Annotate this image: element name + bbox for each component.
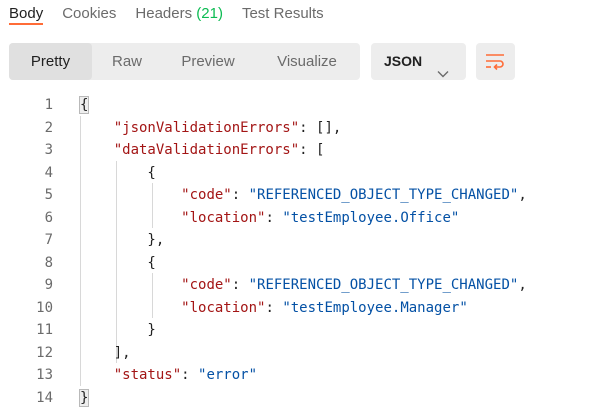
chevron-down-icon [437, 56, 449, 93]
code-line: 14} [0, 387, 589, 410]
code-line: 2 "jsonValidationErrors": [], [0, 117, 589, 140]
code-text: "jsonValidationErrors": [], [80, 117, 342, 140]
code-line: 13 "status": "error" [0, 364, 589, 387]
response-tabs: Body Cookies Headers (21) Test Results [0, 0, 589, 30]
tab-label: Cookies [62, 5, 117, 22]
json-punctuation [80, 367, 114, 383]
json-punctuation: { [78, 96, 90, 114]
wrap-lines-icon [486, 54, 504, 71]
json-key: "jsonValidationErrors" [113, 119, 300, 136]
json-string: "testEmployee.Manager" [282, 299, 468, 316]
headers-count-badge: (21) [196, 5, 223, 22]
json-key: "status" [113, 367, 182, 383]
tab-cookies[interactable]: Cookies [62, 0, 116, 25]
code-text: { [80, 162, 156, 185]
json-punctuation [80, 187, 181, 203]
line-number: 5 [44, 187, 53, 203]
code-text: } [78, 387, 90, 410]
json-punctuation: : [231, 277, 249, 293]
json-punctuation: : [265, 299, 283, 316]
code-line: 9 "code": "REFERENCED_OBJECT_TYPE_CHANGE… [0, 274, 589, 297]
line-number: 3 [44, 142, 53, 158]
view-mode-raw[interactable]: Raw [92, 43, 162, 80]
code-text: }, [80, 229, 164, 252]
line-number: 2 [44, 119, 53, 136]
code-text: } [80, 319, 156, 342]
code-text: "location": "testEmployee.Office" [80, 207, 459, 230]
json-punctuation: { [80, 164, 156, 181]
code-text: "location": "testEmployee.Manager" [80, 297, 468, 320]
json-punctuation: : [231, 187, 249, 203]
json-punctuation: : [], [299, 119, 342, 136]
json-string: "REFERENCED_OBJECT_TYPE_CHANGED" [248, 277, 519, 293]
tab-body[interactable]: Body [9, 0, 44, 25]
format-select[interactable]: JSON [371, 43, 466, 80]
json-punctuation [80, 142, 114, 158]
format-select-value: JSON [384, 53, 423, 69]
tab-label: Body [9, 5, 44, 22]
code-line: 8 { [0, 252, 589, 275]
view-mode-visualize[interactable]: Visualize [254, 43, 360, 80]
tab-test-results[interactable]: Test Results [242, 0, 324, 25]
code-line: 12 ], [0, 342, 589, 365]
line-number: 10 [36, 299, 53, 316]
line-number: 6 [44, 209, 53, 226]
json-punctuation: : [265, 209, 283, 226]
code-text: "dataValidationErrors": [ [80, 139, 325, 162]
tab-label: Headers [135, 5, 193, 22]
json-punctuation: ], [80, 344, 131, 361]
view-mode-selector: Pretty Raw Preview Visualize [9, 43, 360, 80]
view-mode-preview[interactable]: Preview [162, 43, 254, 80]
json-response-viewer[interactable]: 1{2 "jsonValidationErrors": [], 3 "dataVa… [0, 94, 589, 409]
code-text: { [78, 94, 90, 117]
json-punctuation: }, [80, 232, 165, 248]
json-punctuation: , [518, 277, 527, 293]
line-number: 4 [44, 164, 53, 181]
line-number: 7 [44, 232, 53, 248]
json-punctuation [80, 120, 114, 136]
view-mode-pretty[interactable]: Pretty [9, 43, 92, 80]
json-key: "dataValidationErrors" [113, 142, 300, 158]
line-number: 14 [36, 389, 53, 406]
json-string: "REFERENCED_OBJECT_TYPE_CHANGED" [248, 187, 519, 203]
json-punctuation [80, 277, 181, 293]
code-line: 10 "location": "testEmployee.Manager" [0, 297, 589, 320]
line-number: 8 [44, 254, 53, 271]
json-key: "code" [181, 277, 232, 293]
json-punctuation: } [78, 388, 90, 407]
json-key: "location" [181, 299, 266, 316]
code-text: "status": "error" [80, 364, 257, 387]
json-punctuation: } [80, 322, 156, 338]
code-line: 7 }, [0, 229, 589, 252]
code-text: { [80, 252, 156, 275]
code-line: 11 } [0, 319, 589, 342]
line-number: 13 [36, 367, 53, 383]
tab-headers[interactable]: Headers (21) [135, 0, 223, 25]
code-line: 5 "code": "REFERENCED_OBJECT_TYPE_CHANGE… [0, 184, 589, 207]
json-punctuation: { [80, 254, 156, 271]
code-line: 1{ [0, 94, 589, 117]
wrap-lines-button[interactable] [476, 43, 515, 80]
json-string: "testEmployee.Office" [282, 209, 460, 226]
json-punctuation: : [181, 367, 199, 383]
json-string: "error" [198, 367, 258, 383]
code-text: "code": "REFERENCED_OBJECT_TYPE_CHANGED"… [80, 184, 527, 207]
line-number: 1 [44, 97, 53, 113]
tab-label: Test Results [241, 5, 324, 22]
line-number: 12 [36, 344, 53, 361]
json-punctuation: : [ [299, 142, 325, 158]
json-punctuation: , [518, 187, 527, 203]
line-number: 11 [36, 322, 53, 338]
json-key: "code" [181, 187, 232, 203]
json-punctuation [80, 300, 181, 316]
code-line: 6 "location": "testEmployee.Office" [0, 207, 589, 230]
code-text: "code": "REFERENCED_OBJECT_TYPE_CHANGED"… [80, 274, 527, 297]
line-number: 9 [44, 277, 53, 293]
json-key: "location" [181, 209, 266, 226]
json-punctuation [80, 210, 181, 226]
code-line: 3 "dataValidationErrors": [ [0, 139, 589, 162]
code-text: ], [80, 342, 131, 365]
code-line: 4 { [0, 162, 589, 185]
